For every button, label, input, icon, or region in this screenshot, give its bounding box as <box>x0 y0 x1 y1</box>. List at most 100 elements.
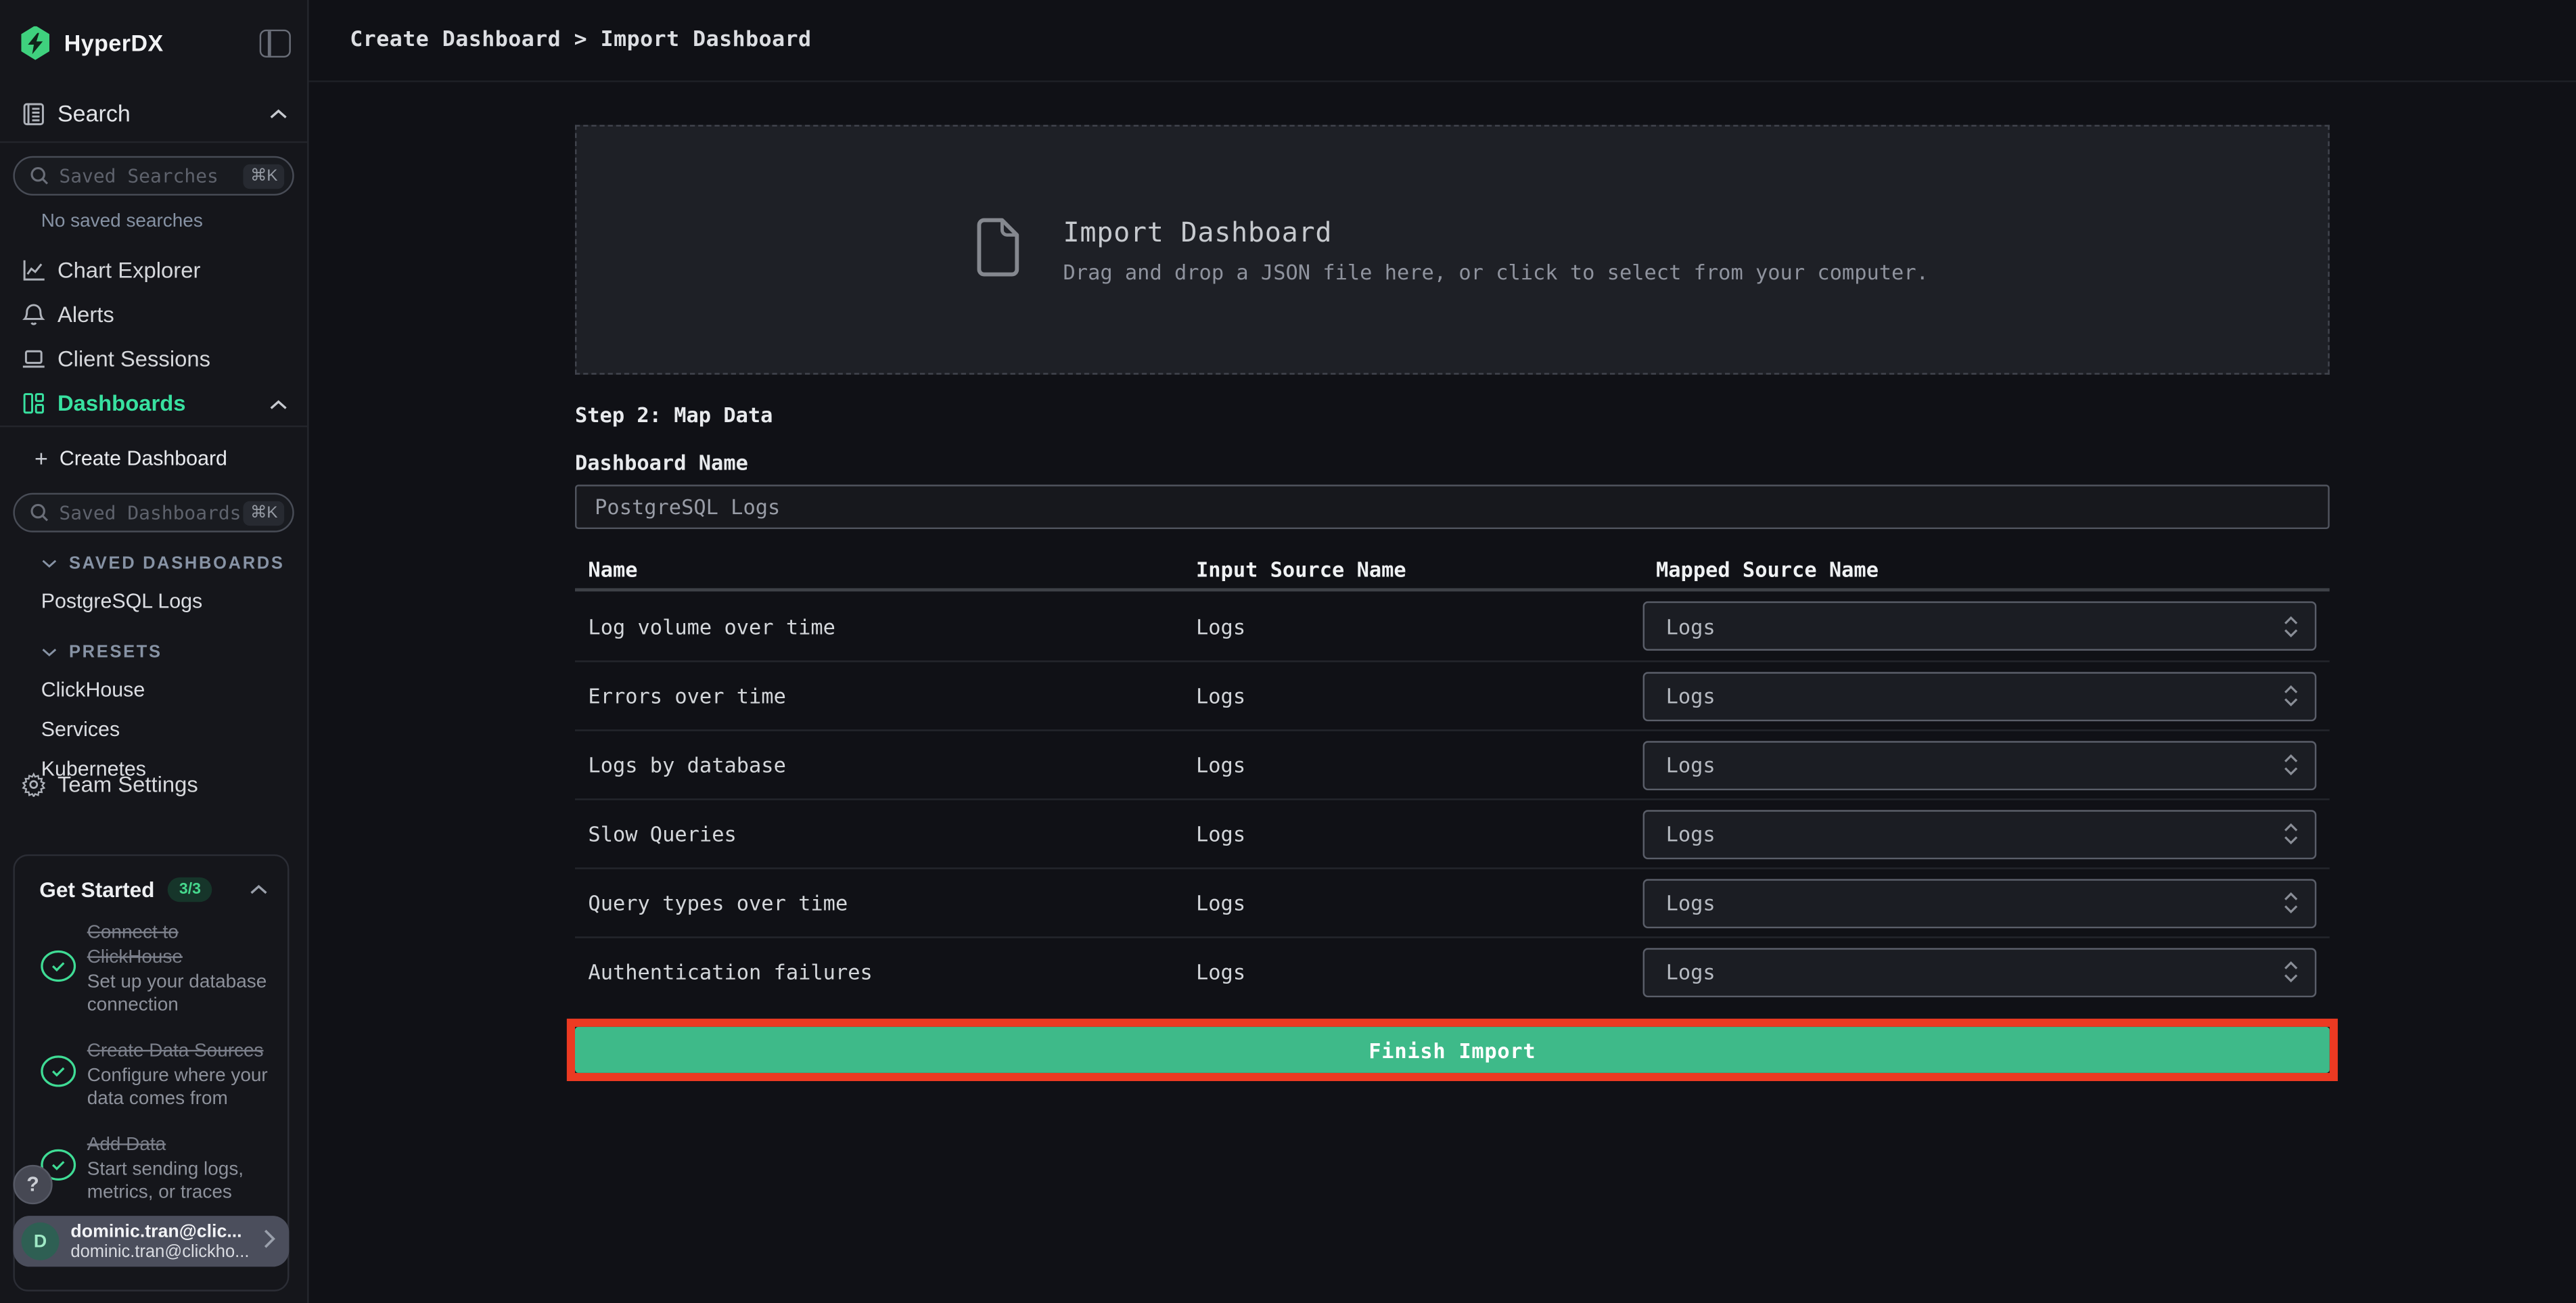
sidebar-item-clickhouse[interactable]: ClickHouse <box>0 670 307 710</box>
create-dashboard-button[interactable]: + Create Dashboard <box>0 437 307 480</box>
table-header-row: Name Input Source Name Mapped Source Nam… <box>575 551 2330 589</box>
column-header-name: Name <box>588 557 638 582</box>
get-started-item-add-data[interactable]: Add Data Start sending logs, metrics, or… <box>15 1122 288 1216</box>
chart-explorer-icon <box>20 258 47 282</box>
highlight-annotation: Finish Import <box>566 1018 2338 1081</box>
selected-value: Logs <box>1665 890 1716 915</box>
step-title: Step 2: Map Data <box>574 402 773 428</box>
plus-icon: + <box>34 445 48 472</box>
sidebar-item-label: Dashboards <box>57 390 186 416</box>
row-name: Query types over time <box>588 890 848 915</box>
chevron-down-icon <box>42 648 57 657</box>
search-icon <box>30 167 49 185</box>
presets-section-header[interactable]: PRESETS <box>0 634 307 670</box>
table-row: Authentication failures Logs Logs <box>574 936 2330 1005</box>
saved-dashboards-searchbox[interactable]: ⌘K <box>13 493 294 532</box>
check-circle-icon <box>39 948 78 990</box>
sidebar-item-dashboards[interactable]: Dashboards <box>0 381 307 426</box>
row-name: Errors over time <box>588 683 786 708</box>
table-row: Query types over time Logs Logs <box>574 867 2330 936</box>
section-label: PRESETS <box>68 642 162 662</box>
saved-searches-input[interactable] <box>59 164 244 187</box>
selected-value: Logs <box>1665 614 1716 639</box>
dropzone-subtitle: Drag and drop a JSON file here, or click… <box>1063 258 1929 283</box>
no-saved-searches-text: No saved searches <box>41 212 203 232</box>
cmd-k-shortcut: ⌘K <box>244 163 285 189</box>
row-input-source: Logs <box>1195 614 1246 639</box>
row-input-source: Logs <box>1195 683 1246 708</box>
user-email: dominic.tran@clickho... <box>70 1241 250 1261</box>
table-row: Logs by database Logs Logs <box>574 729 2330 798</box>
import-dropzone[interactable]: Import Dashboard Drag and drop a JSON fi… <box>574 124 2330 375</box>
mapped-source-select[interactable]: Logs <box>1642 809 2317 859</box>
main-area: Create Dashboard > Import Dashboard Impo… <box>308 0 2576 1303</box>
search-icon <box>30 503 49 522</box>
select-chevrons-icon <box>2284 961 2299 983</box>
selected-value: Logs <box>1665 683 1716 708</box>
get-started-item-desc: Start sending logs, metrics, or traces <box>87 1160 244 1203</box>
sidebar-item-label: Chart Explorer <box>57 258 201 283</box>
section-label: SAVED DASHBOARDS <box>68 553 285 574</box>
row-name: Slow Queries <box>588 821 737 846</box>
sidebar-search-label: Search <box>57 100 131 127</box>
sidebar-section-search[interactable]: Search <box>0 85 307 141</box>
user-name: dominic.tran@clic... <box>70 1221 242 1241</box>
sidebar-item-team-settings[interactable]: Team Settings <box>0 762 307 807</box>
cmd-k-shortcut: ⌘K <box>244 500 285 525</box>
mapped-source-select[interactable]: Logs <box>1642 878 2317 928</box>
select-chevrons-icon <box>2284 892 2299 914</box>
selected-value: Logs <box>1665 821 1716 846</box>
select-chevrons-icon <box>2284 615 2299 637</box>
selected-value: Logs <box>1665 752 1716 777</box>
get-started-item-desc: Configure where your data comes from <box>87 1066 268 1110</box>
sidebar-item-chart-explorer[interactable]: Chart Explorer <box>0 248 307 293</box>
select-chevrons-icon <box>2284 685 2299 707</box>
finish-import-button[interactable]: Finish Import <box>574 1026 2330 1073</box>
gear-icon <box>20 772 47 797</box>
saved-searches-searchbox[interactable]: ⌘K <box>13 156 294 196</box>
get-started-item-desc: Set up your database connection <box>87 972 267 1015</box>
bell-icon <box>20 302 47 327</box>
chevron-up-icon <box>269 99 288 129</box>
get-started-item-connect[interactable]: Connect to ClickHouse Set up your databa… <box>15 910 288 1028</box>
mapped-source-select[interactable]: Logs <box>1642 740 2317 790</box>
mapped-source-select[interactable]: Logs <box>1642 601 2317 651</box>
sidebar-item-label: Client Sessions <box>57 346 210 371</box>
sidebar-item-postgresql-logs[interactable]: PostgreSQL Logs <box>0 582 307 621</box>
row-name: Authentication failures <box>588 959 873 984</box>
chevron-up-icon <box>250 874 268 904</box>
row-name: Logs by database <box>588 752 786 777</box>
top-bar: Create Dashboard > Import Dashboard <box>308 0 2576 83</box>
table-row: Log volume over time Logs Logs <box>575 591 2330 660</box>
file-icon <box>976 216 1021 283</box>
create-dashboard-label: Create Dashboard <box>59 447 227 470</box>
avatar: D <box>21 1222 60 1260</box>
column-header-input-source: Input Source Name <box>1195 557 1406 582</box>
mapped-source-select[interactable]: Logs <box>1642 947 2317 997</box>
help-button[interactable]: ? <box>13 1164 53 1205</box>
dashboard-name-input[interactable] <box>574 484 2330 529</box>
row-input-source: Logs <box>1195 821 1246 846</box>
check-circle-icon <box>39 1055 78 1096</box>
user-account-chip[interactable]: D dominic.tran@clic... dominic.tran@clic… <box>13 1216 290 1267</box>
get-started-item-title: Add Data <box>87 1135 166 1156</box>
chevron-up-icon <box>269 388 288 418</box>
mapped-source-select[interactable]: Logs <box>1642 671 2317 721</box>
row-input-source: Logs <box>1195 752 1246 777</box>
logo-row: HyperDX <box>0 0 307 85</box>
sidebar-item-label: Alerts <box>57 302 114 327</box>
divider <box>0 141 308 143</box>
sidebar-item-client-sessions[interactable]: Client Sessions <box>0 337 307 382</box>
get-started-header[interactable]: Get Started 3/3 <box>15 856 288 910</box>
sidebar-item-alerts[interactable]: Alerts <box>0 292 307 337</box>
sidebar-collapse-icon[interactable] <box>259 28 291 57</box>
get-started-progress-badge: 3/3 <box>167 876 213 902</box>
saved-dashboards-input[interactable] <box>59 501 244 524</box>
get-started-item-sources[interactable]: Create Data Sources Configure where your… <box>15 1028 288 1122</box>
saved-dashboards-section-header[interactable]: SAVED DASHBOARDS <box>0 545 307 581</box>
get-started-item-title: Connect to ClickHouse <box>87 923 183 968</box>
table-row: Errors over time Logs Logs <box>574 660 2330 729</box>
dashboards-icon <box>20 391 47 415</box>
sidebar-item-services[interactable]: Services <box>0 710 307 749</box>
laptop-icon <box>20 346 47 371</box>
